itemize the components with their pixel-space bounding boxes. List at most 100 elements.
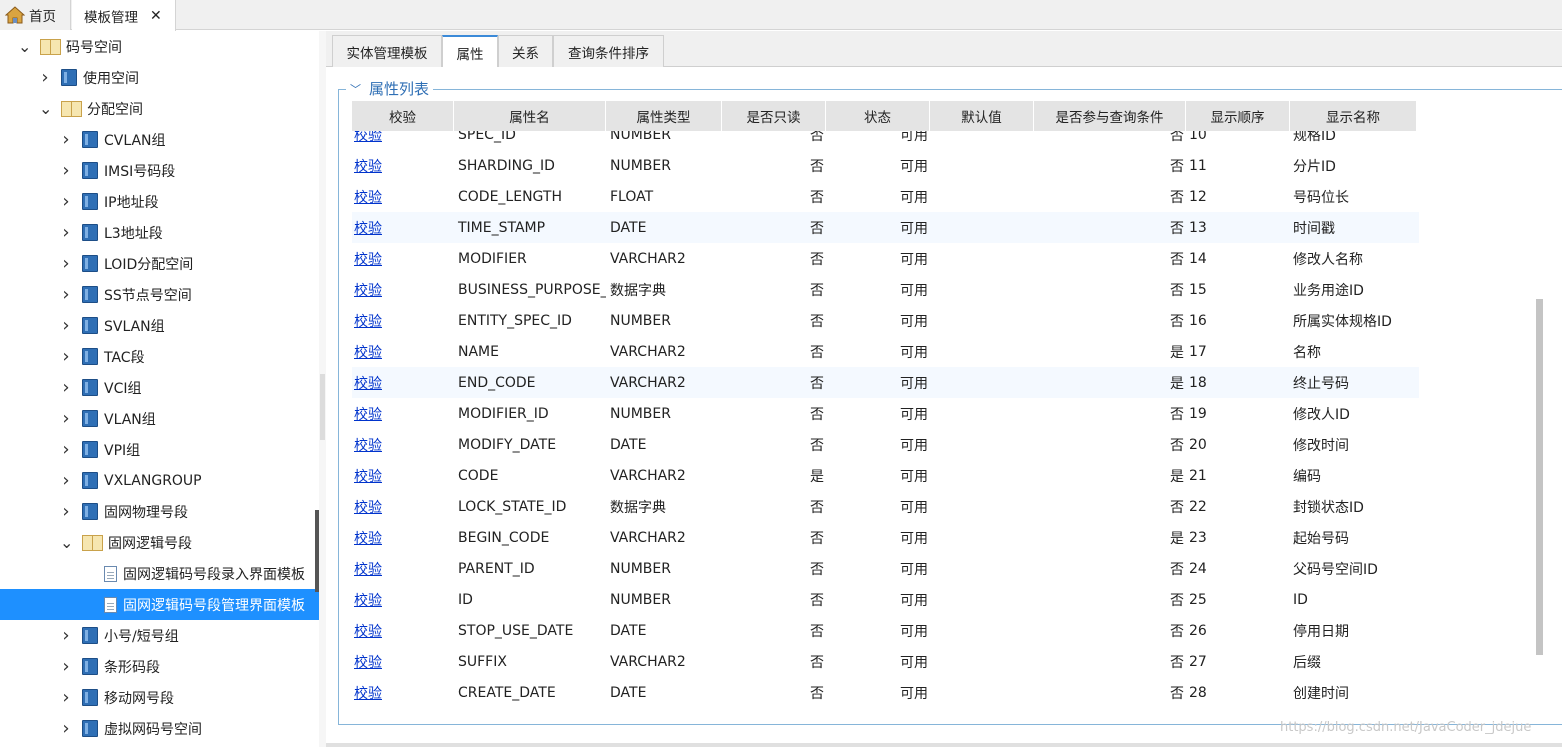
tree-scrollbar-thumb[interactable] <box>320 374 325 440</box>
column-header[interactable]: 属性名 <box>454 101 606 131</box>
tree-node[interactable]: ⌄ 分配空间 <box>0 93 320 124</box>
chevron-right-icon[interactable]: › <box>60 161 72 180</box>
validate-link-text[interactable]: 校验 <box>352 156 382 176</box>
validate-link[interactable]: 校验 <box>352 150 454 181</box>
validate-link-text[interactable]: 校验 <box>352 466 382 486</box>
table-row[interactable]: 校验 BEGIN_CODE VARCHAR2 否 可用 是 23 起始号码 <box>352 522 1419 553</box>
validate-link[interactable]: 校验 <box>352 212 454 243</box>
validate-link[interactable]: 校验 <box>352 522 454 553</box>
chevron-down-icon[interactable]: ⌄ <box>18 38 31 54</box>
chevron-right-icon[interactable]: › <box>60 440 72 459</box>
table-row[interactable]: 校验 BUSINESS_PURPOSE_I 数据字典 否 可用 否 15 业务用途ID <box>352 274 1419 305</box>
validate-link-text[interactable]: 校验 <box>352 528 382 548</box>
chevron-right-icon[interactable]: › <box>60 657 72 676</box>
validate-link-text[interactable]: 校验 <box>352 497 382 517</box>
tree-node[interactable]: › 固网物理号段 <box>0 496 320 527</box>
column-header[interactable]: 校验 <box>352 101 454 131</box>
tree-node[interactable]: › 小号/短号组 <box>0 620 320 651</box>
table-row[interactable]: 校验 CREATE_DATE DATE 否 可用 否 28 创建时间 <box>352 677 1419 708</box>
tree-node[interactable]: 固网逻辑码号段录入界面模板 <box>0 558 320 589</box>
tab-entity-template[interactable]: 实体管理模板 <box>332 35 442 67</box>
validate-link-text[interactable]: 校验 <box>352 373 382 393</box>
tree-node[interactable]: › VPI组 <box>0 434 320 465</box>
tree-node[interactable]: › 使用空间 <box>0 62 320 93</box>
tree-node[interactable]: 固网逻辑码号段管理界面模板 <box>0 589 320 620</box>
table-row[interactable]: 校验 STOP_USE_DATE DATE 否 可用 否 26 停用日期 <box>352 615 1419 646</box>
column-header[interactable]: 属性类型 <box>606 101 722 131</box>
validate-link-text[interactable]: 校验 <box>352 652 382 672</box>
validate-link[interactable]: 校验 <box>352 615 454 646</box>
table-row[interactable]: 校验 TIME_STAMP DATE 否 可用 否 13 时间戳 <box>352 212 1419 243</box>
table-row[interactable]: 校验 NAME VARCHAR2 否 可用 是 17 名称 <box>352 336 1419 367</box>
tab-query-order[interactable]: 查询条件排序 <box>553 35 664 67</box>
tree-node[interactable]: › CVLAN组 <box>0 124 320 155</box>
chevron-down-icon[interactable]: ⌄ <box>60 534 73 550</box>
tree-node[interactable]: › L3地址段 <box>0 217 320 248</box>
validate-link[interactable]: 校验 <box>352 553 454 584</box>
tree-node[interactable]: › IP地址段 <box>0 186 320 217</box>
table-row[interactable]: 校验 LOCK_STATE_ID 数据字典 否 可用 否 22 封锁状态ID <box>352 491 1419 522</box>
table-row[interactable]: 校验 CODE_LENGTH FLOAT 否 可用 否 12 号码位长 <box>352 181 1419 212</box>
validate-link[interactable]: 校验 <box>352 491 454 522</box>
validate-link-text[interactable]: 校验 <box>352 435 382 455</box>
validate-link-text[interactable]: 校验 <box>352 218 382 238</box>
validate-link[interactable]: 校验 <box>352 584 454 615</box>
validate-link-text[interactable]: 校验 <box>352 404 382 424</box>
chevron-right-icon[interactable]: › <box>60 409 72 428</box>
validate-link-text[interactable]: 校验 <box>352 342 382 362</box>
chevron-down-icon[interactable]: ⌄ <box>39 100 52 116</box>
validate-link-text[interactable]: 校验 <box>352 280 382 300</box>
table-row[interactable]: 校验 SHARDING_ID NUMBER 否 可用 否 11 分片ID <box>352 150 1419 181</box>
chevron-right-icon[interactable]: › <box>60 223 72 242</box>
chevron-right-icon[interactable]: › <box>60 626 72 645</box>
chevron-right-icon[interactable]: › <box>60 471 72 490</box>
tree-node[interactable]: › SS节点号空间 <box>0 279 320 310</box>
tab-home[interactable]: 首页 <box>0 0 71 30</box>
column-header[interactable]: 默认值 <box>930 101 1034 131</box>
validate-link[interactable]: 校验 <box>352 305 454 336</box>
chevron-right-icon[interactable]: › <box>60 688 72 707</box>
grid-vertical-scrollbar-thumb[interactable] <box>1536 299 1543 655</box>
validate-link-text[interactable]: 校验 <box>352 249 382 269</box>
chevron-right-icon[interactable]: › <box>60 285 72 304</box>
tree-node[interactable]: › LOID分配空间 <box>0 248 320 279</box>
validate-link[interactable]: 校验 <box>352 243 454 274</box>
tab-attributes[interactable]: 属性 <box>442 35 498 68</box>
close-icon[interactable]: ✕ <box>150 8 162 24</box>
column-header[interactable]: 显示顺序 <box>1186 101 1290 131</box>
column-header[interactable]: 是否只读 <box>722 101 826 131</box>
chevron-right-icon[interactable]: › <box>60 719 72 738</box>
validate-link-text[interactable]: 校验 <box>352 590 382 610</box>
validate-link-text[interactable]: 校验 <box>352 621 382 641</box>
grid-horizontal-scrollbar[interactable] <box>326 743 1562 747</box>
table-row[interactable]: 校验 MODIFY_DATE DATE 否 可用 否 20 修改时间 <box>352 429 1419 460</box>
table-row[interactable]: 校验 MODIFIER VARCHAR2 否 可用 否 14 修改人名称 <box>352 243 1419 274</box>
chevron-right-icon[interactable]: › <box>60 130 72 149</box>
tree-node[interactable]: ⌄ 码号空间 <box>0 31 320 62</box>
column-header[interactable]: 是否参与查询条件 <box>1034 101 1186 131</box>
validate-link[interactable]: 校验 <box>352 181 454 212</box>
table-row[interactable]: 校验 SUFFIX VARCHAR2 否 可用 否 27 后缀 <box>352 646 1419 677</box>
validate-link-text[interactable]: 校验 <box>352 311 382 331</box>
tree-node[interactable]: › SVLAN组 <box>0 310 320 341</box>
tree-node[interactable]: › TAC段 <box>0 341 320 372</box>
table-row[interactable]: 校验 ID NUMBER 否 可用 否 25 ID <box>352 584 1419 615</box>
chevron-right-icon[interactable]: › <box>60 502 72 521</box>
tree-node[interactable]: › VXLANGROUP <box>0 465 320 496</box>
tree-node[interactable]: › VCI组 <box>0 372 320 403</box>
tree-node[interactable]: › 条形码段 <box>0 651 320 682</box>
validate-link[interactable]: 校验 <box>352 336 454 367</box>
table-row[interactable]: 校验 PARENT_ID NUMBER 否 可用 否 24 父码号空间ID <box>352 553 1419 584</box>
tree-inner-scrollbar-thumb[interactable] <box>315 510 319 592</box>
table-row[interactable]: 校验 END_CODE VARCHAR2 否 可用 是 18 终止号码 <box>352 367 1419 398</box>
tab-template-manage[interactable]: 模板管理 ✕ <box>72 0 176 31</box>
validate-link-text[interactable]: 校验 <box>352 559 382 579</box>
validate-link[interactable]: 校验 <box>352 460 454 491</box>
tree-node[interactable]: › 虚拟网码号空间 <box>0 713 320 744</box>
table-row[interactable]: 校验 CODE VARCHAR2 是 可用 是 21 编码 <box>352 460 1419 491</box>
validate-link-text[interactable]: 校验 <box>352 683 382 703</box>
table-row[interactable]: 校验 MODIFIER_ID NUMBER 否 可用 否 19 修改人ID <box>352 398 1419 429</box>
tree-node[interactable]: › 移动网号段 <box>0 682 320 713</box>
tree-node[interactable]: › IMSI号码段 <box>0 155 320 186</box>
validate-link[interactable]: 校验 <box>352 429 454 460</box>
